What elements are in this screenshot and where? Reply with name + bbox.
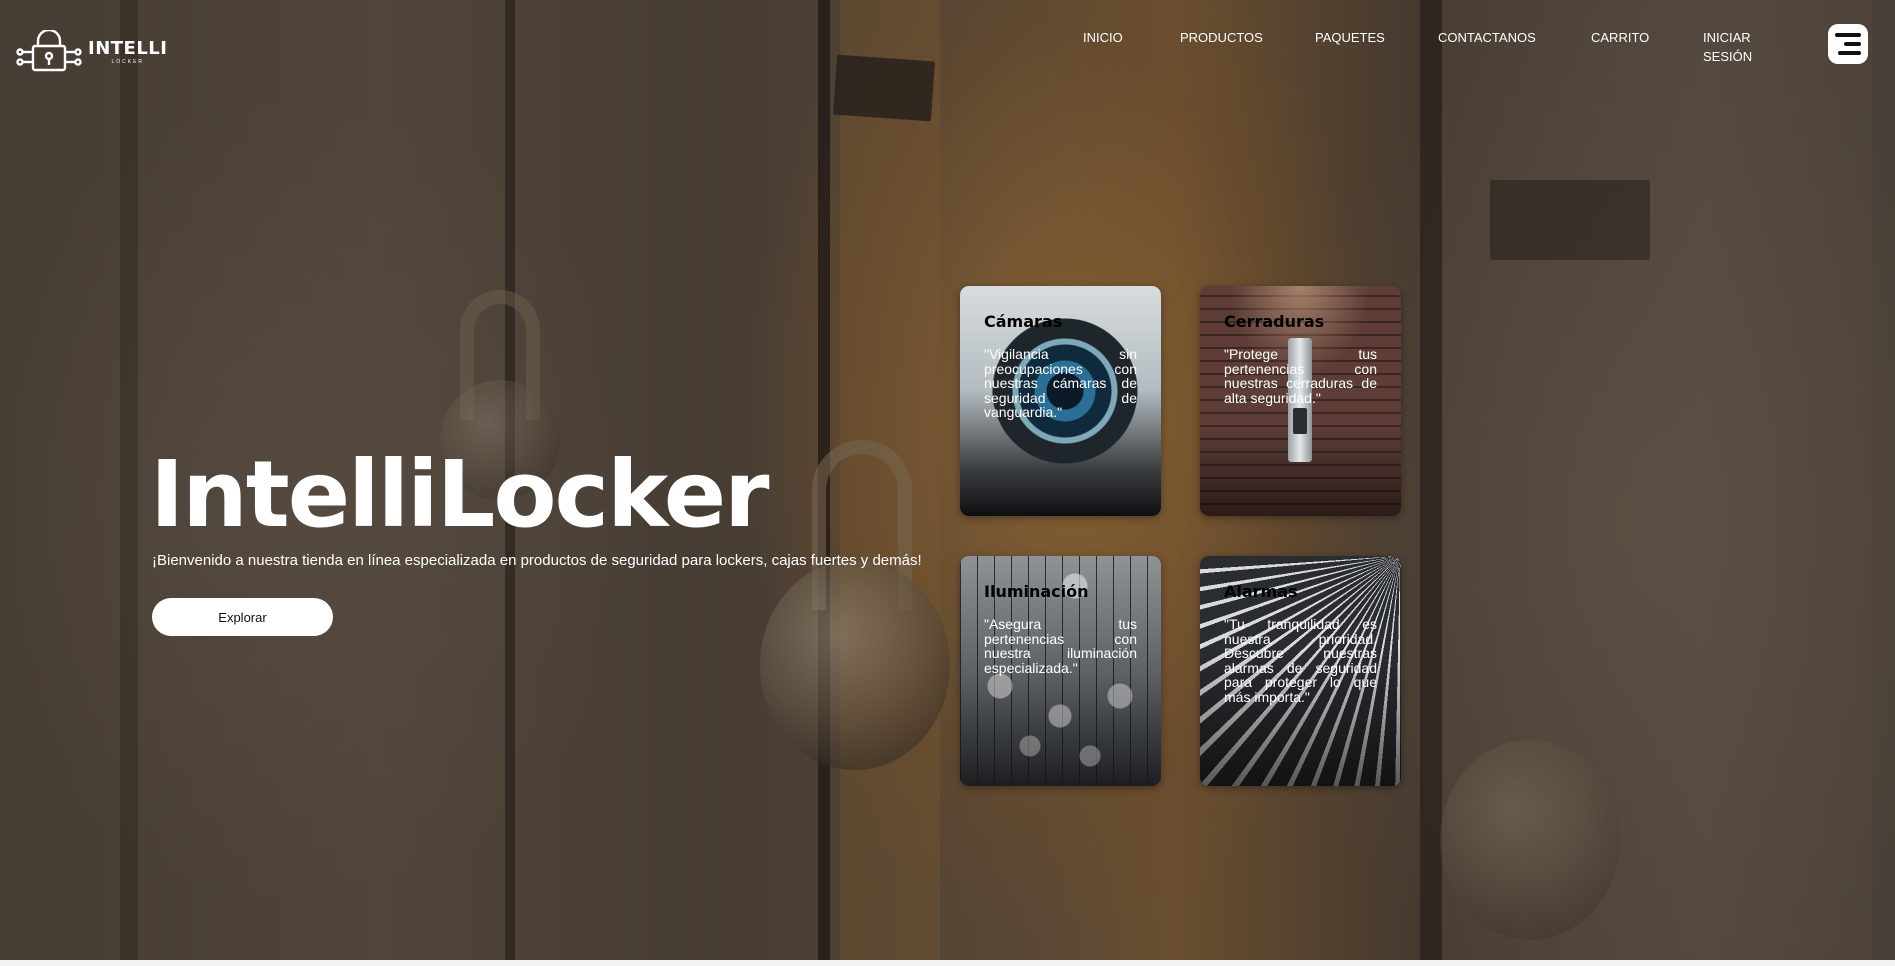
page-title: IntelliLocker	[150, 441, 770, 548]
card-description: "Tu tranquilidad es nuestra prioridad. D…	[1224, 616, 1377, 705]
nav-contactanos[interactable]: CONTACTANOS	[1438, 28, 1536, 47]
nav-carrito[interactable]: CARRITO	[1591, 28, 1649, 47]
card-description: "Asegura tus pertenencias con nuestra il…	[984, 616, 1137, 676]
hamburger-menu-button[interactable]	[1828, 24, 1868, 64]
explore-button[interactable]: Explorar	[152, 598, 333, 636]
main-nav: INICIO PRODUCTOS PAQUETES CONTACTANOS CA…	[0, 28, 1895, 68]
card-iluminacion[interactable]: Iluminación "Asegura tus pertenencias co…	[960, 556, 1161, 786]
card-title: Iluminación	[984, 582, 1089, 601]
card-camaras[interactable]: Cámaras "Vigilancia sin preocupaciones c…	[960, 286, 1161, 516]
nav-paquetes[interactable]: PAQUETES	[1315, 28, 1385, 47]
card-alarmas[interactable]: Alarmas "Tu tranquilidad es nuestra prio…	[1200, 556, 1401, 786]
hamburger-menu-icon	[1835, 33, 1861, 37]
nav-iniciar-sesion[interactable]: INICIAR SESIÓN	[1703, 28, 1752, 66]
card-title: Cerraduras	[1224, 312, 1325, 331]
hamburger-menu-icon-bar	[1838, 51, 1861, 55]
page-bottom-edge	[0, 960, 1895, 966]
hamburger-menu-icon-bar	[1844, 42, 1861, 46]
card-description: "Protege tus pertenencias con nuestras c…	[1224, 346, 1377, 406]
nav-inicio[interactable]: INICIO	[1083, 28, 1123, 47]
card-description: "Vigilancia sin preocupaciones con nuest…	[984, 346, 1137, 420]
card-cerraduras[interactable]: Cerraduras "Protege tus pertenencias con…	[1200, 286, 1401, 516]
card-title: Alarmas	[1224, 582, 1298, 601]
nav-productos[interactable]: PRODUCTOS	[1180, 28, 1263, 47]
card-title: Cámaras	[984, 312, 1063, 331]
hero-subtitle: ¡Bienvenido a nuestra tienda en línea es…	[152, 552, 922, 569]
